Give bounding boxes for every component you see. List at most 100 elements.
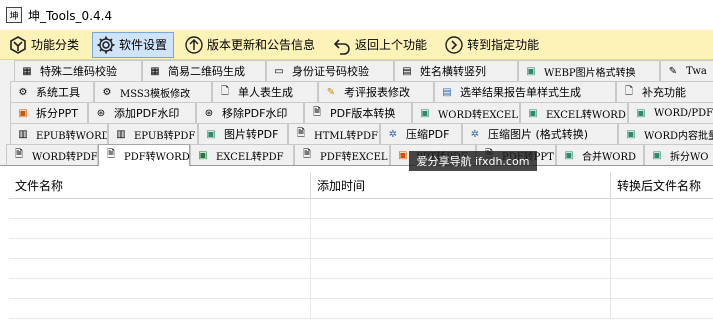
main-toolbar: 功能分类 软件设置 版本更新和公告信息 返回上个功能 转到指定功能 xyxy=(0,30,713,60)
tab-word-batch-content[interactable]: ▣ WORD内容批量 xyxy=(618,123,713,144)
gear-icon: ⚙ xyxy=(102,86,112,98)
tools-icon: ✎ xyxy=(668,65,678,77)
tab-excel-to-pdf[interactable]: ▣ EXCEL转PDF xyxy=(190,144,294,165)
tab-webp-convert[interactable]: ▣ WEBP图片格式转换 xyxy=(518,60,660,81)
watermark-icon: ⊛ xyxy=(96,107,106,119)
tab-epub-to-word[interactable]: ▥ EPUB转WORD xyxy=(10,123,108,144)
cell-file-name xyxy=(9,279,311,299)
tab-name-horizontal-to-vertical[interactable]: ▤ 姓名横转竖列 xyxy=(394,60,518,81)
cell-added-time xyxy=(311,199,611,219)
tab-epub-to-pdf[interactable]: ▥ EPUB转PDF xyxy=(108,123,198,144)
convert-icon: ▣ xyxy=(626,128,636,140)
book-icon: ▥ xyxy=(116,128,126,140)
tab-special-qr-verify[interactable]: ▦ 特殊二维码校验 xyxy=(14,60,142,81)
ppt-icon: ▣ xyxy=(18,107,28,119)
toolbar-back-button[interactable]: 返回上个功能 xyxy=(328,32,434,58)
split-icon: ▣ xyxy=(652,149,662,161)
arrow-right-circle-icon xyxy=(444,35,464,55)
table-row[interactable] xyxy=(9,199,713,219)
toolbar-back-label: 返回上个功能 xyxy=(355,38,428,52)
column-header-added-time[interactable]: 添加时间 xyxy=(311,172,611,199)
back-arrow-icon xyxy=(332,35,352,55)
image-icon: ▣ xyxy=(206,128,216,140)
table-row[interactable] xyxy=(9,299,713,319)
toolbar-goto-button[interactable]: 转到指定功能 xyxy=(440,32,546,58)
watermark-overlay: 爱分享导航 ifxdh.com xyxy=(409,151,537,171)
report-icon: ▤ xyxy=(442,86,452,98)
toolbar-settings-label: 软件设置 xyxy=(119,38,168,52)
tab-add-pdf-watermark[interactable]: ⊛ 添加PDF水印 xyxy=(88,102,196,123)
tab-split-ppt[interactable]: ▣ 拆分PPT xyxy=(10,102,88,123)
table-row[interactable] xyxy=(9,279,713,299)
merge-icon: ▣ xyxy=(564,149,574,161)
table-row[interactable] xyxy=(9,239,713,259)
tab-twa[interactable]: ✎ Twa xyxy=(660,60,713,81)
tab-row-5: 🗎 WORD转PDF 🗎 PDF转WORD ▣ EXCEL转PDF 🗎 PDF转EXCE… xyxy=(0,144,713,166)
tab-word-pdf-convert[interactable]: ▣ WORD/PDF/ xyxy=(628,102,713,123)
toolbar-update-button[interactable]: 版本更新和公告信息 xyxy=(180,32,322,58)
file-list-grid[interactable]: 文件名称 添加时间 转换后文件名称 xyxy=(0,165,713,323)
toolbar-update-label: 版本更新和公告信息 xyxy=(207,38,316,52)
column-header-file-name[interactable]: 文件名称 xyxy=(9,172,311,199)
gear-icon xyxy=(96,35,116,55)
toolbar-category-label: 功能分类 xyxy=(31,38,80,52)
gear-icon: ⚙ xyxy=(18,86,28,98)
tab-merge-word[interactable]: ▣ 合并WORD xyxy=(556,144,644,165)
function-tabs: ▦ 特殊二维码校验 ▦ 简易二维码生成 ▭ 身份证号码校验 ▤ 姓名横转竖列 ▣ WEBP… xyxy=(0,60,713,166)
tab-html-to-pdf[interactable]: 🗎 HTML转PDF xyxy=(288,123,380,144)
tab-row-3: ▣ 拆分PPT ⊛ 添加PDF水印 ⊛ 移除PDF水印 🗎 PDF版本转换 ▣ WORD转… xyxy=(0,102,713,123)
tab-split-word[interactable]: ▣ 拆分WO xyxy=(644,144,713,165)
compress-icon: ✲ xyxy=(470,128,480,140)
tab-election-report[interactable]: ▤ 选举结果报告单样式生成 xyxy=(434,81,616,102)
tab-word-to-excel[interactable]: ▣ WORD转EXCEL xyxy=(412,102,520,123)
toolbar-goto-label: 转到指定功能 xyxy=(467,38,540,52)
convert-icon: ▣ xyxy=(528,107,538,119)
tab-image-to-pdf[interactable]: ▣ 图片转PDF xyxy=(198,123,288,144)
cell-file-name xyxy=(9,199,311,219)
grid-body xyxy=(9,199,713,323)
compress-icon: ✲ xyxy=(388,128,398,140)
tab-single-form[interactable]: 🗋 单人表生成 xyxy=(212,81,318,102)
convert-icon: ▣ xyxy=(420,107,430,119)
table-row[interactable] xyxy=(9,259,713,279)
pdf-icon: 🗎 xyxy=(14,148,24,160)
qr-code-icon: ▦ xyxy=(22,65,32,77)
tab-compress-pdf[interactable]: ✲ 压缩PDF xyxy=(380,123,462,144)
toolbar-settings-button[interactable]: 软件设置 xyxy=(92,31,175,58)
convert-icon: ▣ xyxy=(636,107,646,119)
document-icon: 🗋 xyxy=(220,85,230,97)
id-card-icon: ▭ xyxy=(274,65,284,77)
edit-icon: ✎ xyxy=(326,86,336,98)
qr-code-icon: ▦ xyxy=(150,65,160,77)
tab-id-card-verify[interactable]: ▭ 身份证号码校验 xyxy=(266,60,394,81)
cell-file-name xyxy=(9,259,311,279)
image-icon: ▣ xyxy=(526,65,536,77)
cell-added-time xyxy=(311,299,611,319)
book-icon: ▥ xyxy=(18,128,28,140)
tab-pdf-version-convert[interactable]: 🗎 PDF版本转换 xyxy=(304,102,412,123)
tab-supplementary[interactable]: 🗋 补充功能 xyxy=(616,81,713,102)
column-header-converted-name[interactable]: 转换后文件名称 xyxy=(611,172,713,199)
table-row[interactable] xyxy=(9,219,713,239)
cell-file-name xyxy=(9,299,311,319)
window-title: 坤_Tools_0.4.4 xyxy=(28,8,113,23)
tab-pdf-to-word[interactable]: 🗎 PDF转WORD xyxy=(98,144,190,166)
tab-mss3-template[interactable]: ⚙ MSS3模板修改 xyxy=(94,81,212,102)
table-icon: ▤ xyxy=(402,65,412,77)
tab-word-to-pdf[interactable]: 🗎 WORD转PDF xyxy=(6,144,98,165)
app-logo-icon: 坤 xyxy=(6,7,22,23)
cell-converted-name xyxy=(611,279,713,299)
tab-row-1: ▦ 特殊二维码校验 ▦ 简易二维码生成 ▭ 身份证号码校验 ▤ 姓名横转竖列 ▣ WEBP… xyxy=(0,60,713,81)
tab-excel-to-word[interactable]: ▣ EXCEL转WORD xyxy=(520,102,628,123)
tab-remove-pdf-watermark[interactable]: ⊛ 移除PDF水印 xyxy=(196,102,304,123)
tab-pdf-to-excel[interactable]: 🗎 PDF转EXCEL xyxy=(294,144,390,165)
pdf-icon: 🗎 xyxy=(296,127,306,139)
tab-system-tools[interactable]: ⚙ 系统工具 xyxy=(10,81,94,102)
tab-evaluation-report[interactable]: ✎ 考评报表修改 xyxy=(318,81,434,102)
toolbar-category-button[interactable]: 功能分类 xyxy=(4,32,86,58)
cell-added-time xyxy=(311,279,611,299)
tab-simple-qr-generate[interactable]: ▦ 简易二维码生成 xyxy=(142,60,266,81)
tab-compress-image[interactable]: ✲ 压缩图片 (格式转换) xyxy=(462,123,618,144)
grid-header: 文件名称 添加时间 转换后文件名称 xyxy=(9,172,713,199)
watermark-icon: ⊛ xyxy=(204,107,214,119)
